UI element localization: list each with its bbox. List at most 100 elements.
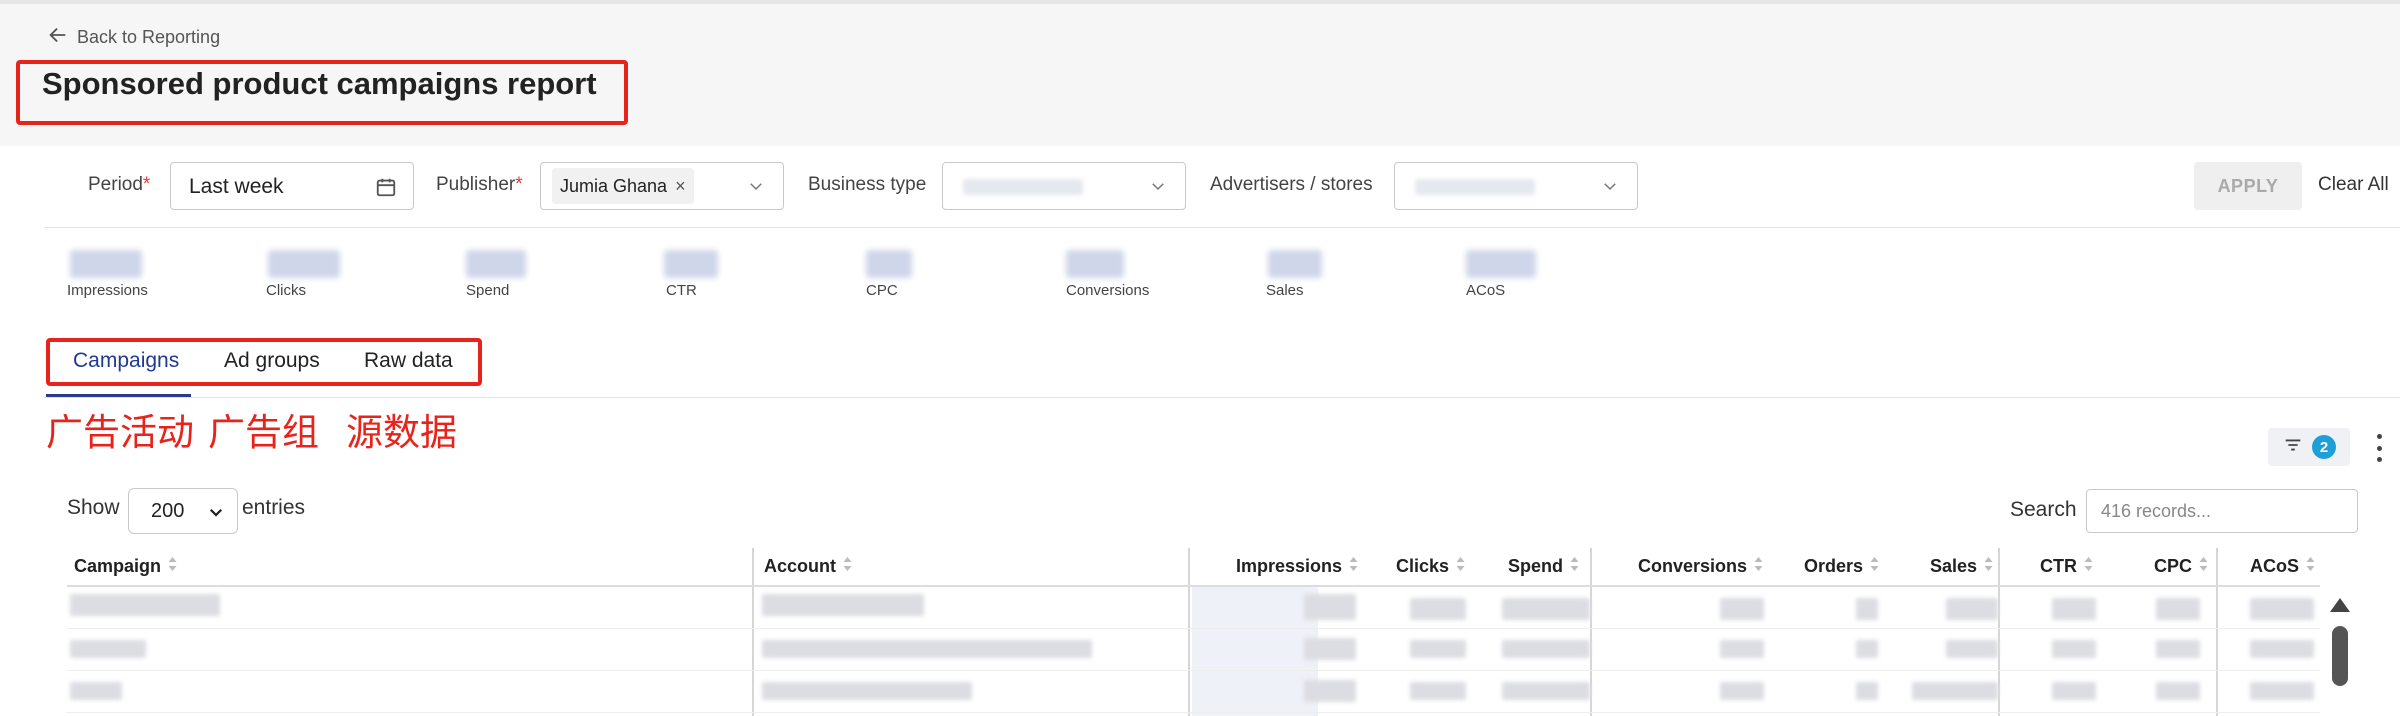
column-header-spend[interactable]: Spend [1508, 556, 1580, 577]
entries-label: entries [242, 496, 306, 519]
redacted-cell [1410, 640, 1466, 658]
clear-all-link[interactable]: Clear All [2318, 174, 2389, 196]
period-value: Last week [189, 175, 284, 198]
redacted-cell [1410, 682, 1466, 700]
table-header-border [67, 585, 2320, 587]
tabs-divider [44, 397, 2400, 398]
metric-value-sales [1268, 250, 1322, 278]
column-divider [1998, 548, 2000, 716]
column-header-impressions[interactable]: Impressions [1236, 556, 1359, 577]
column-header-sales[interactable]: Sales [1930, 556, 1994, 577]
search-label: Search [2010, 498, 2077, 521]
search-input[interactable] [2086, 489, 2358, 533]
redacted-cell [2052, 682, 2096, 700]
entries-select[interactable]: 200 [128, 488, 238, 534]
publisher-tag-label: Jumia Ghana [560, 175, 668, 196]
redacted-value [963, 179, 1083, 195]
redacted-cell [1720, 640, 1764, 658]
publisher-label: Publisher* [436, 174, 523, 195]
column-header-cpc[interactable]: CPC [2154, 556, 2209, 577]
column-header-account[interactable]: Account [764, 556, 853, 577]
column-header-acos[interactable]: ACoS [2250, 556, 2316, 577]
filter-icon [2282, 434, 2304, 461]
metric-value-clicks [268, 250, 340, 278]
metric-label-ctr: CTR [666, 282, 697, 299]
redacted-cell [1856, 682, 1878, 700]
sort-icon [1753, 556, 1764, 577]
redacted-cell [2250, 598, 2314, 620]
advertisers-label: Advertisers / stores [1210, 174, 1373, 195]
close-icon[interactable]: × [675, 176, 686, 197]
redacted-cell [762, 682, 972, 700]
redacted-cell [2250, 682, 2314, 700]
column-header-orders[interactable]: Orders [1804, 556, 1880, 577]
redacted-cell [1502, 598, 1590, 620]
advertisers-select[interactable] [1394, 162, 1638, 210]
sort-icon [1455, 556, 1466, 577]
metric-label-sales: Sales [1266, 282, 1304, 299]
column-header-campaign[interactable]: Campaign [74, 556, 178, 577]
column-header-ctr[interactable]: CTR [2040, 556, 2094, 577]
scroll-thumb[interactable] [2332, 626, 2348, 686]
chevron-down-icon [747, 177, 765, 200]
metric-label-clicks: Clicks [266, 282, 306, 299]
redacted-cell [1720, 682, 1764, 700]
table-scrollbar[interactable] [2326, 590, 2354, 716]
business-type-label: Business type [808, 174, 927, 195]
redacted-cell [1946, 640, 1998, 658]
period-label: Period* [88, 174, 151, 195]
tab-ad-groups[interactable]: Ad groups [224, 349, 320, 373]
redacted-value [1415, 179, 1535, 195]
metric-label-acos: ACoS [1466, 282, 1506, 299]
metric-label-spend: Spend [466, 282, 510, 299]
sort-icon [1348, 556, 1359, 577]
period-picker[interactable]: Last week [170, 162, 414, 210]
filter-count-badge: 2 [2312, 435, 2336, 459]
redacted-cell [1410, 598, 1466, 620]
annotation-raw-data: 源数据 [346, 411, 457, 454]
redacted-cell [70, 594, 220, 616]
back-link-label: Back to Reporting [77, 26, 221, 47]
redacted-cell [1304, 594, 1356, 620]
sort-icon [2083, 556, 2094, 577]
column-header-clicks[interactable]: Clicks [1396, 556, 1466, 577]
redacted-cell [2156, 598, 2200, 620]
entries-value: 200 [151, 500, 185, 522]
back-to-reporting-link[interactable]: Back to Reporting [47, 24, 220, 50]
redacted-cell [70, 640, 146, 658]
column-divider [1188, 548, 1190, 716]
metric-value-impressions [70, 250, 142, 278]
apply-button[interactable]: APPLY [2194, 162, 2302, 210]
column-divider [1590, 548, 1592, 716]
redacted-cell [1502, 640, 1590, 658]
kebab-menu-icon[interactable] [2368, 430, 2390, 466]
redacted-cell [2052, 640, 2096, 658]
metric-label-impressions: Impressions [67, 282, 148, 299]
column-divider [2216, 548, 2218, 716]
tab-campaigns[interactable]: Campaigns [73, 349, 179, 373]
redacted-cell [1502, 682, 1590, 700]
business-type-select[interactable] [942, 162, 1186, 210]
tab-raw-data[interactable]: Raw data [364, 349, 453, 373]
scroll-up-icon[interactable] [2330, 598, 2350, 612]
page-title: Sponsored product campaigns report [42, 66, 597, 101]
redacted-cell [1720, 598, 1764, 620]
impressions-column-shade [1192, 587, 1318, 716]
calendar-icon[interactable] [375, 176, 397, 203]
redacted-cell [2052, 598, 2096, 620]
metric-value-spend [466, 250, 526, 278]
redacted-cell [1304, 638, 1356, 660]
redacted-cell [1856, 640, 1878, 658]
sort-icon [2305, 556, 2316, 577]
redacted-cell [1946, 598, 1998, 620]
metric-label-cpc: CPC [866, 282, 898, 299]
redacted-cell [1304, 680, 1356, 702]
filter-toggle-button[interactable]: 2 [2268, 428, 2350, 466]
redacted-cell [2250, 640, 2314, 658]
arrow-left-icon [47, 24, 69, 51]
redacted-cell [762, 640, 1092, 658]
redacted-cell [1856, 598, 1878, 620]
sort-icon [1983, 556, 1994, 577]
column-header-conversions[interactable]: Conversions [1638, 556, 1764, 577]
sort-icon [2198, 556, 2209, 577]
